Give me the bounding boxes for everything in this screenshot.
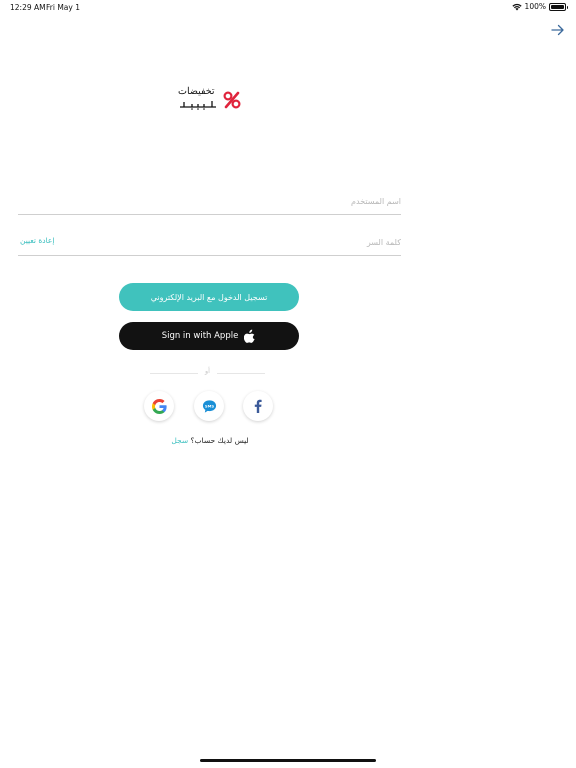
signup-prompt: ليس لديك حساب؟ [190, 436, 249, 445]
wifi-icon [511, 3, 522, 10]
signup-link[interactable]: سجل [171, 436, 188, 445]
google-login-button[interactable] [144, 391, 174, 421]
app-logo: تخفيضات [176, 86, 246, 114]
email-login-label: تسجيل الدخول مع البريد الإلكتروني [150, 292, 268, 302]
apple-icon [244, 329, 255, 343]
apple-login-button[interactable]: Sign in with Apple [119, 322, 299, 350]
email-login-button[interactable]: تسجيل الدخول مع البريد الإلكتروني [119, 283, 299, 311]
status-time: 12:29 AM [10, 3, 46, 12]
username-input[interactable] [18, 192, 401, 210]
battery-icon [549, 2, 568, 11]
password-input[interactable] [88, 233, 401, 251]
status-bar: 12:29 AM Fri May 1 100% [0, 0, 576, 14]
battery-percent: 100% [524, 2, 546, 11]
apple-login-label: Sign in with Apple [161, 331, 239, 341]
username-field [18, 183, 401, 215]
logo-wordmark-line2 [180, 101, 216, 110]
or-divider: أو [150, 367, 265, 379]
logo-wordmark-line1: تخفيضات [178, 86, 215, 97]
signup-row: ليس لديك حساب؟ سجل [130, 436, 290, 445]
facebook-login-button[interactable] [243, 391, 273, 421]
facebook-icon [254, 399, 262, 413]
sms-login-button[interactable]: SMS [194, 391, 224, 421]
reset-password-link[interactable]: إعادة تعيين [20, 236, 54, 245]
google-icon [151, 398, 167, 414]
status-date: Fri May 1 [46, 3, 80, 12]
percent-logo-icon [223, 91, 241, 109]
divider-line-right [217, 373, 265, 374]
status-right: 100% [511, 2, 568, 11]
svg-text:SMS: SMS [204, 404, 213, 408]
battery-fill [551, 4, 564, 9]
sms-icon: SMS [202, 399, 216, 413]
password-field: إعادة تعيين [18, 224, 401, 256]
arrow-right-icon[interactable] [550, 22, 566, 38]
home-indicator [200, 759, 376, 762]
